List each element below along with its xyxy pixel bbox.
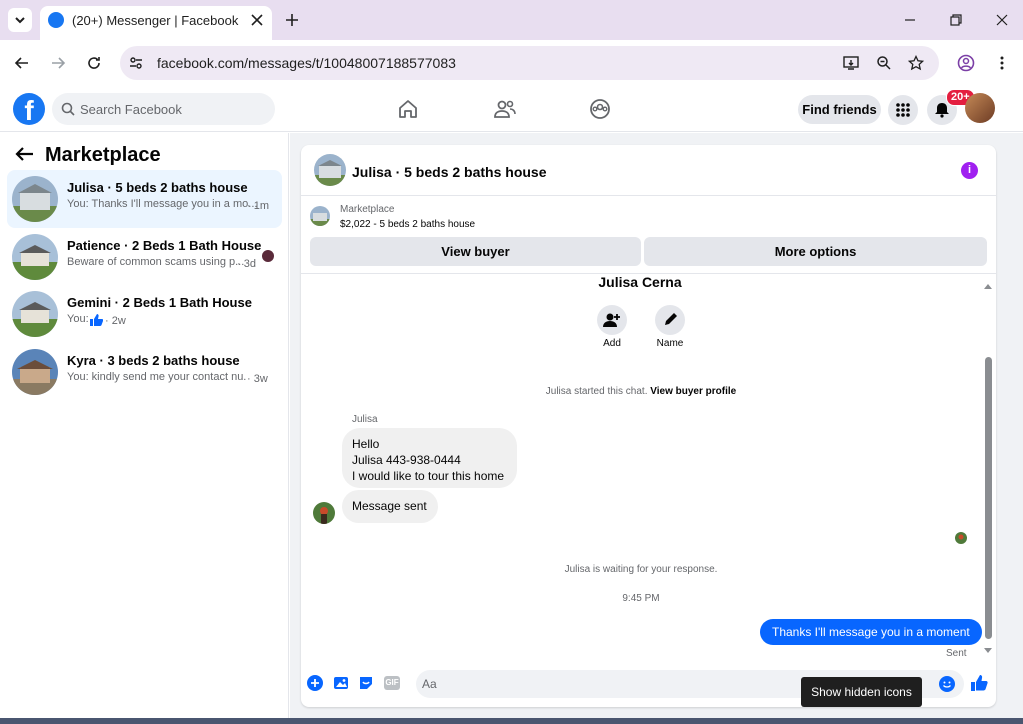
conversation-time: · 3w (247, 373, 268, 385)
message-input-placeholder: Aa (422, 677, 437, 691)
chevron-down-icon (15, 17, 25, 24)
account-avatar[interactable] (965, 93, 995, 123)
divider (301, 195, 996, 196)
back-arrow-icon[interactable] (14, 55, 30, 71)
chat-listing-thumbnail[interactable] (314, 154, 346, 186)
incoming-message-bubble: Message sent (342, 490, 438, 523)
chat-started-notice: Julisa started this chat. View buyer pro… (301, 386, 981, 397)
more-options-button[interactable]: More options (644, 237, 987, 266)
person-name: Julisa Cerna (598, 274, 682, 290)
find-friends-button[interactable]: Find friends (798, 95, 881, 124)
back-arrow-icon[interactable] (15, 146, 35, 162)
search-placeholder: Search Facebook (80, 102, 182, 117)
tab-title: (20+) Messenger | Facebook (72, 13, 239, 28)
marketplace-thumbnail (310, 206, 330, 226)
facebook-logo-icon[interactable]: f (13, 93, 45, 125)
thumbs-up-icon (90, 314, 103, 326)
pencil-icon (665, 313, 677, 325)
started-text: Julisa started this chat. (545, 386, 648, 397)
groups-icon[interactable] (589, 98, 611, 120)
conversation-name: Kyra · 3 beds 2 baths house (67, 353, 240, 368)
listing-thumbnail (12, 234, 58, 280)
listing-thumbnail (12, 291, 58, 337)
marketplace-label: Marketplace (340, 204, 395, 215)
conversation-name: Patience · 2 Beds 1 Bath House (67, 238, 262, 253)
message-timestamp: 9:45 PM (622, 593, 660, 604)
conversation-item[interactable]: Julisa · 5 beds 2 baths house You: Thank… (7, 170, 282, 228)
sender-name: Julisa (352, 414, 378, 425)
conversation-time: · 2w (105, 315, 126, 327)
add-person-icon (603, 313, 620, 327)
install-app-icon[interactable] (843, 55, 861, 71)
show-hidden-icons-tooltip: Show hidden icons (801, 677, 922, 707)
new-tab-icon[interactable] (284, 12, 300, 28)
zoom-icon[interactable] (876, 55, 892, 71)
conversation-item[interactable]: Patience · 2 Beds 1 Bath House Beware of… (7, 228, 282, 286)
conversation-time: · 3d (237, 258, 256, 270)
add-label: Add (603, 338, 621, 349)
conversation-item[interactable]: Gemini · 2 Beds 1 Bath House You: · 2w (7, 285, 282, 343)
seen-avatar (955, 532, 967, 544)
listing-price: $2,022 - 5 beds 2 baths house (340, 219, 476, 230)
grid-icon (896, 103, 910, 117)
seen-avatar (262, 250, 274, 262)
photo-icon[interactable] (333, 675, 349, 691)
thumbs-up-send-icon[interactable] (970, 674, 988, 692)
search-icon (61, 102, 75, 116)
name-label: Name (656, 338, 684, 349)
incoming-message-bubble: Hello Julisa 443-938-0444 I would like t… (342, 428, 517, 488)
conversation-snippet: Beware of common scams using p... (67, 256, 245, 268)
message-line: Julisa 443-938-0444 (352, 453, 461, 467)
bookmark-star-icon[interactable] (908, 55, 924, 71)
reload-icon[interactable] (86, 55, 102, 71)
message-line: I would like to tour this home (352, 469, 505, 483)
nickname-button[interactable] (655, 305, 685, 335)
menu-grid-button[interactable] (888, 95, 918, 125)
restore-icon[interactable] (948, 12, 964, 28)
profile-icon[interactable] (957, 54, 975, 72)
taskbar-edge (0, 718, 1023, 724)
close-window-icon[interactable] (994, 12, 1010, 28)
outgoing-message-bubble: Thanks I'll message you in a moment (760, 619, 982, 645)
minimize-icon[interactable] (902, 12, 918, 28)
conversation-item[interactable]: Kyra · 3 beds 2 baths house You: kindly … (7, 343, 282, 401)
listing-thumbnail (12, 176, 58, 222)
sent-status: Sent (946, 648, 967, 659)
facebook-favicon-icon (48, 12, 64, 28)
friends-icon[interactable] (493, 98, 517, 120)
view-buyer-profile-link[interactable]: View buyer profile (650, 386, 736, 397)
listing-thumbnail (12, 349, 58, 395)
info-icon[interactable]: i (961, 162, 978, 179)
tab-search-dropdown-button[interactable] (8, 8, 32, 32)
message-line: Hello (352, 437, 380, 451)
scrollbar-thumb[interactable] (985, 357, 992, 639)
url-text[interactable]: facebook.com/messages/t/1004800718857708… (157, 55, 456, 71)
conversation-name: Gemini · 2 Beds 1 Bath House (67, 295, 252, 310)
add-friend-button[interactable] (597, 305, 627, 335)
message-line: Message sent (352, 499, 427, 513)
waiting-notice: Julisa is waiting for your response. (564, 564, 718, 575)
sender-avatar (313, 502, 335, 524)
browser-menu-icon[interactable] (997, 55, 1007, 71)
site-info-icon[interactable] (128, 55, 144, 71)
page-title: Marketplace (45, 144, 161, 166)
forward-arrow-icon[interactable] (50, 55, 66, 71)
add-circle-icon[interactable] (307, 675, 323, 691)
home-icon[interactable] (397, 98, 419, 120)
close-tab-icon[interactable] (249, 12, 265, 28)
emoji-icon[interactable] (939, 676, 955, 692)
gif-button[interactable]: GIF (384, 676, 400, 690)
chat-title[interactable]: Julisa · 5 beds 2 baths house (352, 164, 547, 180)
conversation-snippet: You: Thanks I'll message you in a mo... (67, 198, 258, 210)
sticker-icon[interactable] (358, 675, 374, 691)
view-buyer-button[interactable]: View buyer (310, 237, 641, 266)
conversation-snippet: You: kindly send me your contact nu... (67, 371, 247, 383)
conversation-time: · 1m (247, 200, 269, 212)
conversation-name: Julisa · 5 beds 2 baths house (67, 180, 248, 195)
